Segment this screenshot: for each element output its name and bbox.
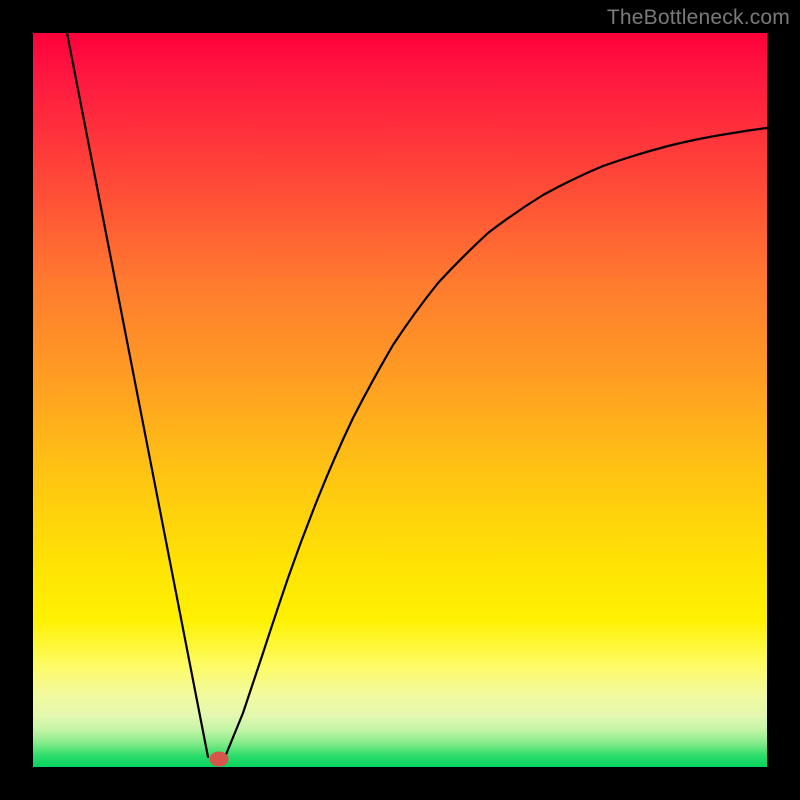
- chart-frame: TheBottleneck.com: [0, 0, 800, 800]
- curve-left-branch: [67, 33, 208, 757]
- curve-right-branch: [225, 128, 767, 757]
- valley-marker: [210, 752, 228, 766]
- chart-overlay: [33, 33, 767, 767]
- chart-plot-area: [33, 33, 767, 767]
- watermark-text: TheBottleneck.com: [607, 6, 790, 30]
